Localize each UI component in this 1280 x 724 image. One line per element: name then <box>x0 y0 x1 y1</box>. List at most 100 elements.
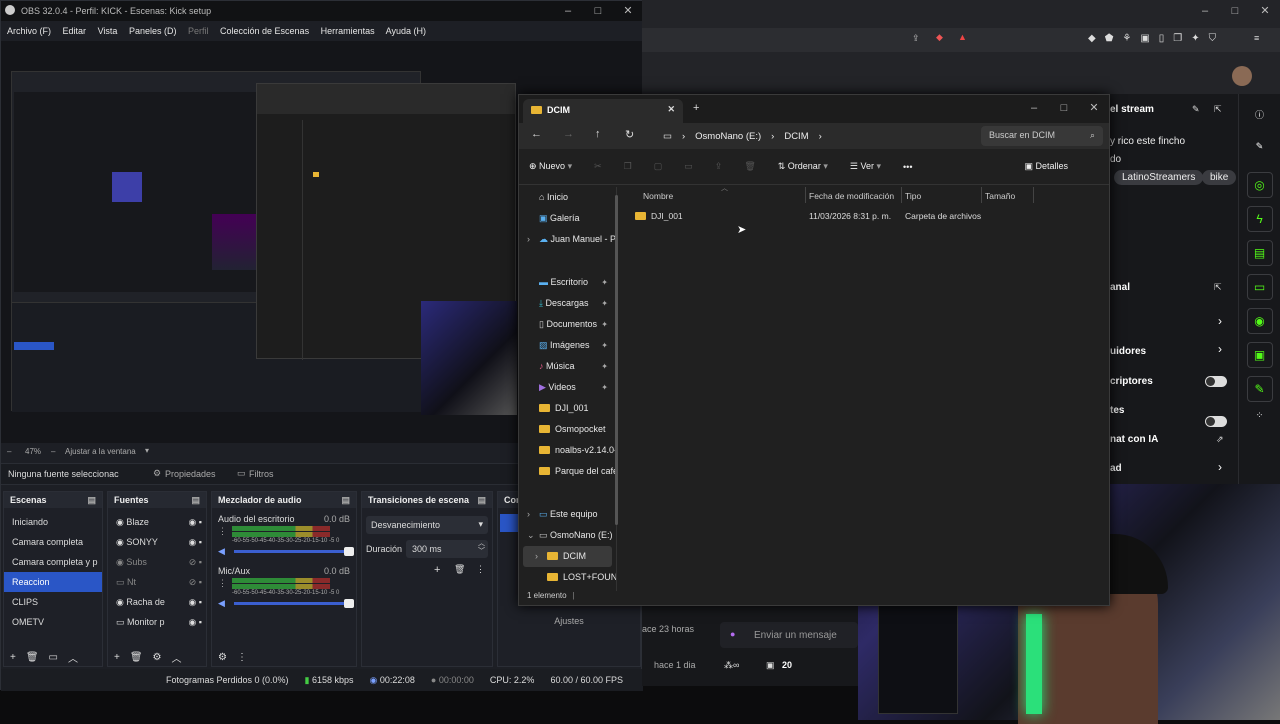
setting-toggle[interactable] <box>1205 416 1227 427</box>
paste-icon[interactable]: ▢ <box>654 161 663 172</box>
clipboard-icon[interactable]: ▤ <box>1246 240 1273 266</box>
volume-slider[interactable] <box>234 602 350 605</box>
rename-icon[interactable]: ▭ <box>684 161 693 172</box>
close-icon[interactable]: ✕ <box>667 104 675 115</box>
nav-item-imagenes[interactable]: ▨ Imágenes ✦ <box>519 335 616 356</box>
pin-icon[interactable]: ✦ <box>601 335 608 356</box>
source-item[interactable]: ▭ Nt ⊘ ▪ <box>108 572 206 592</box>
source-item[interactable]: ◉ Blaze ◉ ▪ <box>108 512 206 532</box>
eye-lock-icon[interactable]: ◉ ▪ <box>188 512 202 532</box>
maximize-icon[interactable]: □ <box>1049 102 1079 114</box>
view-button[interactable]: ☰ Ver ▾ <box>850 161 881 172</box>
nav-item-osmopocket[interactable]: Osmopocket <box>519 419 616 440</box>
scene-item[interactable]: Camara completa <box>4 532 102 552</box>
avatar[interactable] <box>1232 66 1252 86</box>
source-item[interactable]: ◉ SONYY ◉ ▪ <box>108 532 206 552</box>
nav-item-escritorio[interactable]: ▬ Escritorio ✦ <box>519 272 616 293</box>
chevron-down-icon[interactable]: ▾ <box>145 446 149 455</box>
dock-menu-icon[interactable]: ▤ <box>477 495 486 506</box>
external-link-icon[interactable]: ⇗ <box>1216 434 1224 445</box>
eye-lock-icon[interactable]: ◉ ▪ <box>188 592 202 612</box>
pin-icon[interactable]: ✦ <box>601 314 608 335</box>
start-stream-button[interactable] <box>500 514 520 532</box>
search-input[interactable]: Buscar en DCIM ⌕ <box>981 126 1103 146</box>
add-icon[interactable]: + <box>114 652 120 663</box>
menu-icon[interactable]: ≡ <box>1254 33 1259 43</box>
maximize-icon[interactable]: □ <box>583 5 613 17</box>
nav-item-videos[interactable]: ▶ Videos ✦ <box>519 377 616 398</box>
nav-item-noalbs[interactable]: noalbs-v2.14.0- <box>519 440 616 461</box>
tab-dcim[interactable]: DCIM ✕ <box>523 99 683 123</box>
menu-archivo[interactable]: Archivo (F) <box>7 26 51 36</box>
nav-item-osmonano[interactable]: ⌄ ▭ OsmoNano (E:) <box>519 525 616 546</box>
nav-item-descargas[interactable]: ⤓ Descargas ✦ <box>519 293 616 314</box>
scene-item[interactable]: CLIPS <box>4 592 102 612</box>
source-item[interactable]: ▭ Monitor p ◉ ▪ <box>108 612 206 632</box>
more-icon[interactable]: ⋮ <box>218 578 227 589</box>
maximize-icon[interactable]: □ <box>1220 5 1250 17</box>
menu-vista[interactable]: Vista <box>98 26 118 36</box>
chevron-right-icon[interactable]: › <box>1218 314 1222 328</box>
close-icon[interactable]: ✕ <box>1079 101 1109 114</box>
store-icon[interactable]: ▣ <box>1246 342 1273 368</box>
nav-scrollbar[interactable] <box>615 195 618 525</box>
broadcast-icon[interactable]: ◉ <box>1246 308 1273 334</box>
menu-coleccion[interactable]: Colección de Escenas <box>220 26 309 36</box>
info-icon[interactable]: ⓘ <box>1239 108 1280 121</box>
more-icon[interactable]: ⋮ <box>476 564 485 575</box>
volume-slider-handle[interactable] <box>344 599 354 608</box>
gear-icon[interactable]: ⚙ <box>153 652 162 663</box>
dock-menu-icon[interactable]: ▤ <box>87 495 96 506</box>
trash-icon[interactable]: 🗑 <box>130 652 143 663</box>
followers-link[interactable]: uidores <box>1110 346 1146 357</box>
more-icon[interactable]: ••• <box>903 162 912 172</box>
delete-icon[interactable]: 🗑 <box>744 161 755 172</box>
eye-lock-icon[interactable]: ◉ ▪ <box>188 612 202 632</box>
chevron-down-icon[interactable]: ⌄ <box>527 525 535 546</box>
back-icon[interactable]: ← <box>531 128 542 140</box>
extensions-icons[interactable]: ◆⬟⚘▣▯❐✦⛉ <box>1088 33 1225 44</box>
pin-icon[interactable]: ✦ <box>601 356 608 377</box>
source-item[interactable]: ◉ Racha de ◉ ▪ <box>108 592 206 612</box>
chevron-right-icon[interactable]: › <box>1218 460 1222 474</box>
properties-button[interactable]: Propiedades <box>165 469 216 479</box>
menu-herramientas[interactable]: Herramientas <box>321 26 375 36</box>
chevron-right-icon[interactable]: › <box>1218 342 1222 356</box>
nav-item-onedrive[interactable]: › ☁ Juan Manuel - P <box>519 229 616 250</box>
refresh-icon[interactable]: ↻ <box>625 128 634 141</box>
pin-icon[interactable]: ✦ <box>601 293 608 314</box>
chat-input[interactable]: ● Enviar un mensaje <box>720 622 858 648</box>
brave-shield-icon[interactable]: ◆ <box>936 32 943 43</box>
dock-menu-icon[interactable]: ▤ <box>191 495 200 506</box>
add-icon[interactable]: + <box>10 652 16 663</box>
file-row[interactable]: DJI_001 11/03/2026 8:31 p. m. Carpeta de… <box>627 207 1107 225</box>
up-icon[interactable]: ↑ <box>595 128 601 140</box>
edit-icon[interactable]: ✎ <box>1192 104 1200 115</box>
details-button[interactable]: ▣ Detalles <box>1024 161 1068 172</box>
nav-item-dji[interactable]: DJI_001 <box>519 398 616 419</box>
speaker-icon[interactable]: ◀ <box>218 546 225 557</box>
nav-item-parque[interactable]: Parque del cafe <box>519 461 616 482</box>
lightning-icon[interactable]: ϟ <box>1246 206 1273 232</box>
nav-item-lostfound[interactable]: LOST+FOUND <box>519 567 616 588</box>
more-icon[interactable]: ⁘ <box>1239 410 1280 421</box>
scene-item[interactable]: Iniciando <box>4 512 102 532</box>
new-tab-icon[interactable]: + <box>693 102 699 114</box>
more-icon[interactable]: ⋮ <box>237 652 247 663</box>
mic-icon[interactable]: ● <box>730 629 735 639</box>
column-tipo[interactable]: Tipo <box>905 191 921 201</box>
forward-icon[interactable]: → <box>563 128 574 140</box>
menu-editar[interactable]: Editar <box>63 26 87 36</box>
chevron-up-icon[interactable]: ︿ <box>68 650 78 665</box>
nav-item-documentos[interactable]: ▯ Documentos ✦ <box>519 314 616 335</box>
pin-icon[interactable]: ✦ <box>601 377 608 398</box>
speaker-icon[interactable]: ◀ <box>218 598 225 609</box>
filters-button[interactable]: Filtros <box>249 469 274 479</box>
spin-icon[interactable]: ︿ ﹀ <box>478 540 485 556</box>
menu-paneles[interactable]: Paneles (D) <box>129 26 177 36</box>
menu-ayuda[interactable]: Ayuda (H) <box>386 26 426 36</box>
source-item[interactable]: ◉ Subs ⊘ ▪ <box>108 552 206 572</box>
tag-chip[interactable]: bike <box>1202 170 1237 185</box>
wrench-icon[interactable]: ✎ <box>1246 376 1273 402</box>
column-fecha[interactable]: Fecha de modificación <box>809 191 894 201</box>
